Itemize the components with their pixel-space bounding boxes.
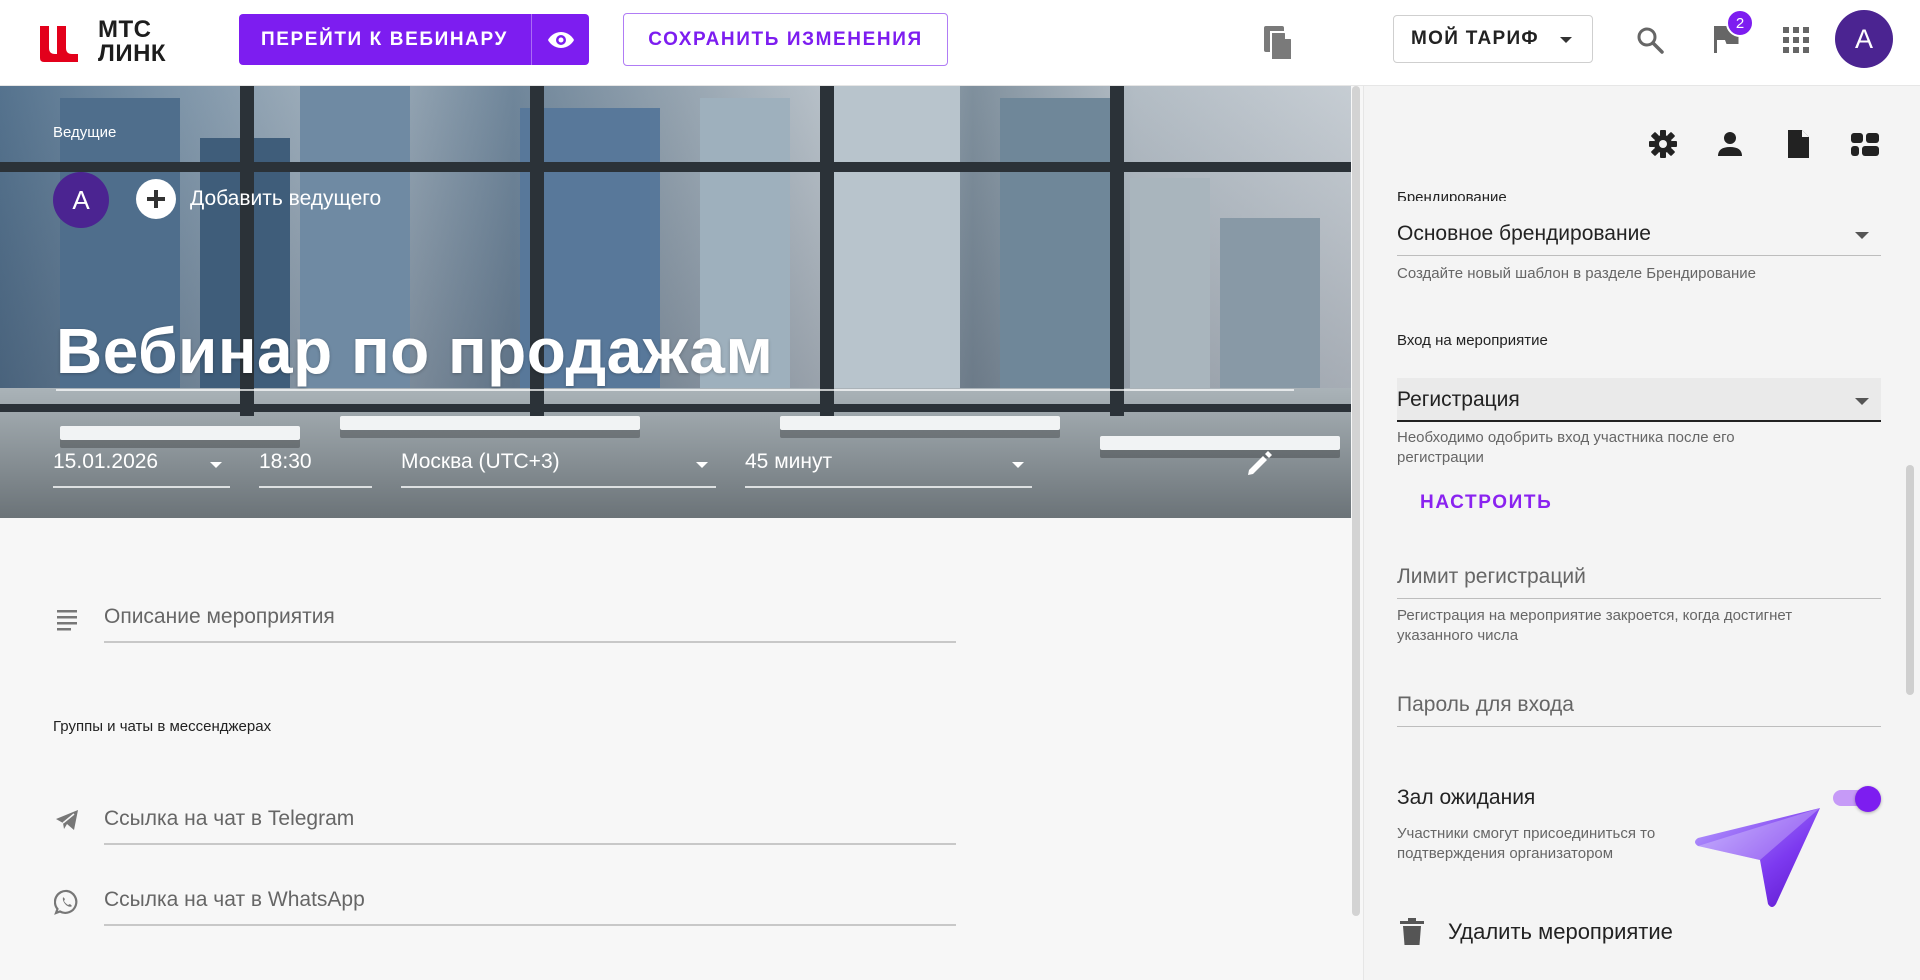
toggle-knob [1855,786,1881,812]
entry-password-placeholder: Пароль для входа [1397,693,1574,716]
person-icon[interactable] [1714,128,1746,160]
entry-hint-line-1: Необходимо одобрить вход участника после… [1397,429,1735,446]
registration-limit-hint: Регистрация на мероприятие закроется, ко… [1397,606,1792,646]
copy-icon[interactable] [1262,24,1296,62]
date-value: 15.01.2026 [53,450,159,473]
mts-link-logo[interactable]: МТС ЛИНК [38,18,198,66]
chevron-down-icon [1012,462,1024,468]
panel-scrollbar-thumb[interactable] [1906,465,1914,695]
entry-hint: Необходимо одобрить вход участника после… [1397,428,1735,468]
branding-select[interactable]: Основное брендирование [1397,212,1881,256]
logo-line-1: МТС [98,16,152,43]
hosts-label: Ведущие [53,124,117,141]
save-changes-button[interactable]: СОХРАНИТЬ ИЗМЕНЕНИЯ [623,13,948,66]
main-scrollbar[interactable] [1350,86,1362,916]
registration-limit-field[interactable]: Лимит регистраций [1397,557,1881,599]
waiting-room-hint: Участники смогут присоединиться то подтв… [1397,824,1655,864]
chevron-down-icon [1560,37,1572,43]
date-field[interactable]: 15.01.2026 [53,444,230,488]
notifications-badge: 2 [1726,9,1754,37]
eye-icon [547,31,574,48]
plus-icon [136,179,176,219]
time-field[interactable]: 18:30 [259,444,372,488]
entry-password-field[interactable]: Пароль для входа [1397,685,1881,727]
entry-value: Регистрация [1397,388,1520,411]
add-host-button[interactable]: Добавить ведущего [136,179,381,219]
gear-icon[interactable] [1647,128,1679,160]
pencil-icon[interactable] [1245,448,1275,478]
branding-value: Основное брендирование [1397,222,1651,245]
entry-select[interactable]: Регистрация [1397,378,1881,422]
entry-hint-line-2: регистрации [1397,449,1484,466]
delete-event-button[interactable]: Удалить мероприятие [1400,918,1673,946]
description-lines-icon [57,610,77,631]
waiting-room-hint-line-1: Участники смогут присоединиться то [1397,825,1656,842]
description-field[interactable]: Описание мероприятия [104,603,956,643]
registration-limit-hint-line-1: Регистрация на мероприятие закроется, ко… [1397,607,1793,624]
whatsapp-placeholder: Ссылка на чат в WhatsApp [104,888,365,911]
main-scrollbar-thumb[interactable] [1352,86,1360,916]
branding-hint: Создайте новый шаблон в разделе Брендиро… [1397,265,1757,282]
chevron-down-icon [1855,232,1869,239]
entry-label: Вход на мероприятие [1397,332,1548,349]
timezone-value: Москва (UTC+3) [401,450,560,473]
waiting-room-toggle[interactable] [1833,786,1883,812]
document-icon[interactable] [1782,128,1814,160]
logo-mark-icon [40,26,78,62]
host-avatar[interactable]: А [53,172,109,228]
registration-limit-placeholder: Лимит регистраций [1397,565,1586,588]
go-to-webinar-label: ПЕРЕЙТИ К ВЕБИНАРУ [261,28,508,50]
chevron-down-icon [696,462,708,468]
whatsapp-icon [54,889,78,915]
search-icon[interactable] [1634,24,1666,56]
telegram-link-field[interactable]: Ссылка на чат в Telegram [104,805,956,845]
registration-limit-hint-line-2: указанного числа [1397,627,1519,644]
event-title-input[interactable]: Вебинар по продажам [56,314,773,388]
waiting-room-label: Зал ожидания [1397,786,1536,809]
description-placeholder: Описание мероприятия [104,605,335,628]
apps-grid-icon[interactable] [1783,27,1809,53]
save-changes-label: СОХРАНИТЬ ИЗМЕНЕНИЯ [648,28,923,50]
my-tariff-label: МОЙ ТАРИФ [1411,28,1539,49]
title-underline [56,389,1294,391]
timezone-select[interactable]: Москва (UTC+3) [401,444,716,488]
my-tariff-dropdown[interactable]: МОЙ ТАРИФ [1393,15,1593,63]
go-to-webinar-button[interactable]: ПЕРЕЙТИ К ВЕБИНАРУ [239,14,589,65]
trash-icon [1400,918,1424,945]
add-host-label: Добавить ведущего [190,187,382,210]
chevron-down-icon [210,462,222,468]
pointer-arrow-icon [1695,808,1820,907]
time-value: 18:30 [259,450,312,473]
user-avatar[interactable]: А [1835,10,1893,68]
configure-button[interactable]: НАСТРОИТЬ [1420,492,1552,514]
telegram-placeholder: Ссылка на чат в Telegram [104,807,355,830]
chevron-down-icon [1855,398,1869,405]
messengers-label: Группы и чаты в мессенджерах [53,718,272,735]
top-bar: МТС ЛИНК ПЕРЕЙТИ К ВЕБИНАРУ СОХРАНИТЬ ИЗ… [0,0,1920,86]
duration-select[interactable]: 45 минут [745,444,1032,488]
layout-icon[interactable] [1849,128,1881,160]
telegram-icon [56,810,78,830]
preview-eye-button[interactable] [531,14,589,65]
logo-line-2: ЛИНК [98,40,167,67]
waiting-room-hint-line-2: подтверждения организатором [1397,845,1614,862]
branding-label: Брендирование [1397,189,1507,201]
duration-value: 45 минут [745,450,833,473]
whatsapp-link-field[interactable]: Ссылка на чат в WhatsApp [104,886,956,926]
delete-event-label: Удалить мероприятие [1448,919,1673,944]
